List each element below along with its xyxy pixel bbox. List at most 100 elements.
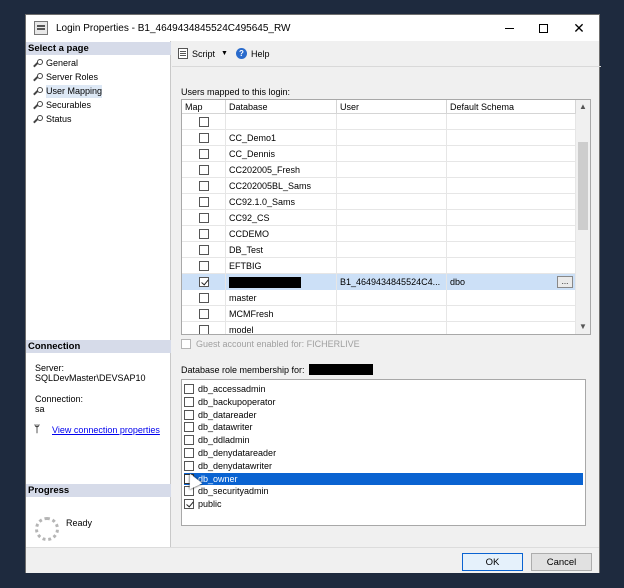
scroll-up-icon[interactable]: ▲ bbox=[576, 100, 590, 114]
role-item-db-denydatawriter[interactable]: db_denydatawriter bbox=[184, 460, 583, 472]
map-checkbox[interactable] bbox=[199, 325, 209, 334]
role-label: db_securityadmin bbox=[198, 486, 269, 497]
table-row[interactable]: B1_4649434845524C4... dbo... bbox=[182, 274, 576, 290]
map-checkbox[interactable] bbox=[199, 245, 209, 255]
chevron-down-icon[interactable]: ▼ bbox=[221, 50, 228, 57]
user-cell bbox=[337, 162, 447, 178]
map-checkbox[interactable] bbox=[199, 277, 209, 287]
map-checkbox[interactable] bbox=[199, 117, 209, 127]
maximize-icon bbox=[538, 24, 548, 34]
role-label: db_backupoperator bbox=[198, 396, 276, 407]
table-row[interactable] bbox=[182, 114, 576, 130]
help-label: Help bbox=[250, 48, 270, 59]
table-row[interactable]: CCDEMO bbox=[182, 226, 576, 242]
role-item-db-accessadmin[interactable]: db_accessadmin bbox=[184, 383, 583, 395]
role-checkbox[interactable] bbox=[184, 460, 194, 471]
map-checkbox[interactable] bbox=[199, 133, 209, 143]
map-cell bbox=[182, 210, 226, 226]
table-row[interactable]: master bbox=[182, 290, 576, 306]
default-schema-cell bbox=[447, 226, 576, 242]
database-cell: CC_Dennis bbox=[226, 146, 337, 162]
column-header-default-schema[interactable]: Default Schema bbox=[447, 100, 576, 114]
default-schema-cell bbox=[447, 130, 576, 146]
page-item-status[interactable]: Status bbox=[32, 113, 72, 126]
close-button[interactable]: ✕ bbox=[562, 15, 596, 41]
role-label: db_owner bbox=[198, 473, 238, 484]
role-checkbox[interactable] bbox=[184, 448, 194, 458]
connection-header: Connection bbox=[26, 340, 171, 353]
database-cell: CC202005_Fresh bbox=[226, 162, 337, 178]
column-header-map[interactable]: Map bbox=[182, 100, 226, 114]
page-item-general[interactable]: General bbox=[32, 57, 78, 70]
role-checkbox[interactable] bbox=[184, 409, 194, 420]
script-button[interactable]: Script ▼ bbox=[178, 48, 228, 59]
table-row[interactable]: DB_Test bbox=[182, 242, 576, 258]
page-item-user-mapping[interactable]: User Mapping bbox=[32, 85, 103, 98]
role-item-db-denydatareader[interactable]: db_denydatareader bbox=[184, 447, 583, 459]
close-icon: ✕ bbox=[573, 20, 585, 36]
map-cell bbox=[182, 290, 226, 306]
table-row[interactable]: CC92_CS bbox=[182, 210, 576, 226]
app-icon bbox=[34, 21, 48, 35]
cancel-button[interactable]: Cancel bbox=[531, 553, 592, 571]
map-checkbox[interactable] bbox=[199, 197, 209, 207]
minimize-button[interactable] bbox=[492, 15, 526, 41]
grid-scrollbar[interactable]: ▲ ▼ bbox=[576, 100, 590, 334]
table-row[interactable]: CC202005_Fresh bbox=[182, 162, 576, 178]
scrollbar-thumb[interactable] bbox=[578, 142, 588, 230]
role-item-db-ddladmin[interactable]: db_ddladmin bbox=[184, 434, 583, 446]
map-checkbox[interactable] bbox=[199, 181, 209, 191]
help-button[interactable]: ? Help bbox=[235, 48, 270, 59]
table-row[interactable]: CC_Dennis bbox=[182, 146, 576, 162]
table-row[interactable]: CC202005BL_Sams bbox=[182, 178, 576, 194]
progress-header: Progress bbox=[26, 484, 171, 497]
map-checkbox[interactable] bbox=[199, 293, 209, 303]
database-cell: CC92.1.0_Sams bbox=[226, 194, 337, 210]
wrench-icon bbox=[32, 87, 43, 96]
user-cell bbox=[337, 226, 447, 242]
maximize-button[interactable] bbox=[526, 15, 560, 41]
database-cell: model bbox=[226, 322, 337, 334]
table-row[interactable]: EFTBIG bbox=[182, 258, 576, 274]
table-row[interactable]: CC92.1.0_Sams bbox=[182, 194, 576, 210]
role-checkbox[interactable] bbox=[184, 396, 194, 407]
table-row[interactable]: MCMFresh bbox=[182, 306, 576, 322]
map-checkbox[interactable] bbox=[199, 165, 209, 175]
column-header-user[interactable]: User bbox=[337, 100, 447, 114]
role-checkbox[interactable] bbox=[184, 422, 194, 433]
table-row[interactable]: model bbox=[182, 322, 576, 334]
user-cell bbox=[337, 322, 447, 334]
column-header-database[interactable]: Database bbox=[226, 100, 337, 114]
role-item-db-datareader[interactable]: db_datareader bbox=[184, 409, 583, 421]
user-cell bbox=[337, 210, 447, 226]
role-item-public[interactable]: public bbox=[184, 498, 583, 510]
default-schema-cell bbox=[447, 146, 576, 162]
role-checkbox[interactable] bbox=[184, 499, 194, 510]
browse-schema-button[interactable]: ... bbox=[557, 276, 573, 288]
map-cell bbox=[182, 194, 226, 210]
map-cell bbox=[182, 242, 226, 258]
view-connection-properties-link[interactable]: View connection properties bbox=[52, 425, 160, 435]
user-cell bbox=[337, 242, 447, 258]
role-item-db-securityadmin[interactable]: db_securityadmin bbox=[184, 485, 583, 497]
page-item-securables[interactable]: Securables bbox=[32, 99, 91, 112]
role-item-db-datawriter[interactable]: db_datawriter bbox=[184, 421, 583, 433]
role-checkbox[interactable] bbox=[184, 435, 194, 446]
role-item-db-backupoperator[interactable]: db_backupoperator bbox=[184, 396, 583, 408]
map-cell bbox=[182, 274, 226, 290]
default-schema-cell bbox=[447, 258, 576, 274]
grid-header: Map Database User Default Schema bbox=[182, 100, 576, 114]
user-cell bbox=[337, 258, 447, 274]
page-item-server-roles[interactable]: Server Roles bbox=[32, 71, 98, 84]
map-checkbox[interactable] bbox=[199, 309, 209, 319]
ok-button[interactable]: OK bbox=[462, 553, 523, 571]
table-row[interactable]: CC_Demo1 bbox=[182, 130, 576, 146]
map-checkbox[interactable] bbox=[199, 149, 209, 159]
map-checkbox[interactable] bbox=[199, 229, 209, 239]
scroll-down-icon[interactable]: ▼ bbox=[576, 320, 590, 334]
map-checkbox[interactable] bbox=[199, 261, 209, 271]
map-checkbox[interactable] bbox=[199, 213, 209, 223]
role-checkbox[interactable] bbox=[184, 384, 194, 394]
role-item-db-owner[interactable]: db_owner bbox=[184, 472, 583, 485]
map-cell bbox=[182, 162, 226, 178]
